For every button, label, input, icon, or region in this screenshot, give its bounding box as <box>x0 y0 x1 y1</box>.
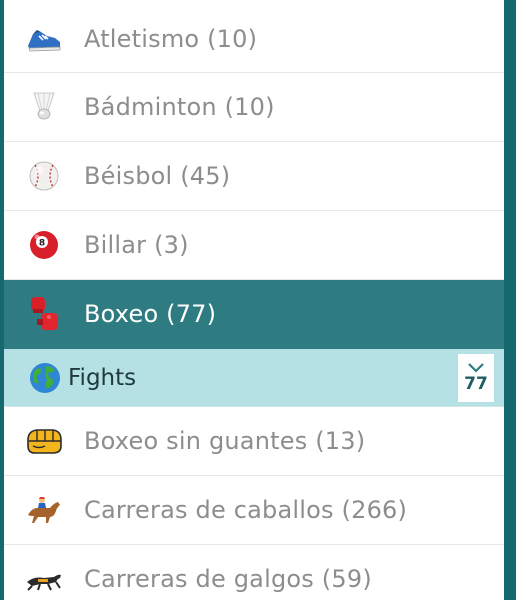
sport-item-label: Bádminton (10) <box>84 93 275 121</box>
subcategory-fights[interactable]: Fights 77 <box>4 349 504 407</box>
subcategory-toggle[interactable]: 77 <box>458 354 494 402</box>
sport-item-badminton[interactable]: Bádminton (10) <box>4 73 504 142</box>
sports-list-panel: Atletismo (10) Bádminton (10) Béisbol (4… <box>4 0 504 600</box>
sport-item-beisbol[interactable]: Béisbol (45) <box>4 142 504 211</box>
sport-item-billar[interactable]: 8 Billar (3) <box>4 211 504 280</box>
boxing-glove-icon <box>24 294 64 334</box>
chevron-down-icon <box>468 363 484 373</box>
shuttlecock-icon <box>24 87 64 127</box>
sport-item-label: Carreras de caballos (266) <box>84 496 408 524</box>
sport-item-carreras-de-caballos[interactable]: Carreras de caballos (266) <box>4 476 504 545</box>
subcategory-count: 77 <box>464 374 488 394</box>
sport-item-label: Carreras de galgos (59) <box>84 565 372 593</box>
globe-icon <box>28 361 62 395</box>
greyhound-icon <box>24 559 64 599</box>
bare-knuckle-icon <box>24 421 64 461</box>
horse-racing-icon <box>24 490 64 530</box>
billiard-ball-icon: 8 <box>24 225 64 265</box>
sport-item-carreras-de-galgos[interactable]: Carreras de galgos (59) <box>4 545 504 600</box>
running-shoe-icon <box>24 19 64 59</box>
sport-item-boxeo-sin-guantes[interactable]: Boxeo sin guantes (13) <box>4 407 504 476</box>
baseball-icon <box>24 156 64 196</box>
sport-item-boxeo[interactable]: Boxeo (77) <box>4 280 504 349</box>
sport-item-label: Boxeo sin guantes (13) <box>84 427 366 455</box>
subcategory-label: Fights <box>68 364 137 391</box>
sport-item-label: Boxeo (77) <box>84 300 217 328</box>
sport-item-atletismo[interactable]: Atletismo (10) <box>4 6 504 73</box>
sport-item-label: Billar (3) <box>84 231 189 259</box>
sport-item-label: Béisbol (45) <box>84 162 231 190</box>
svg-text:8: 8 <box>39 239 45 249</box>
sport-item-label: Atletismo (10) <box>84 25 258 53</box>
